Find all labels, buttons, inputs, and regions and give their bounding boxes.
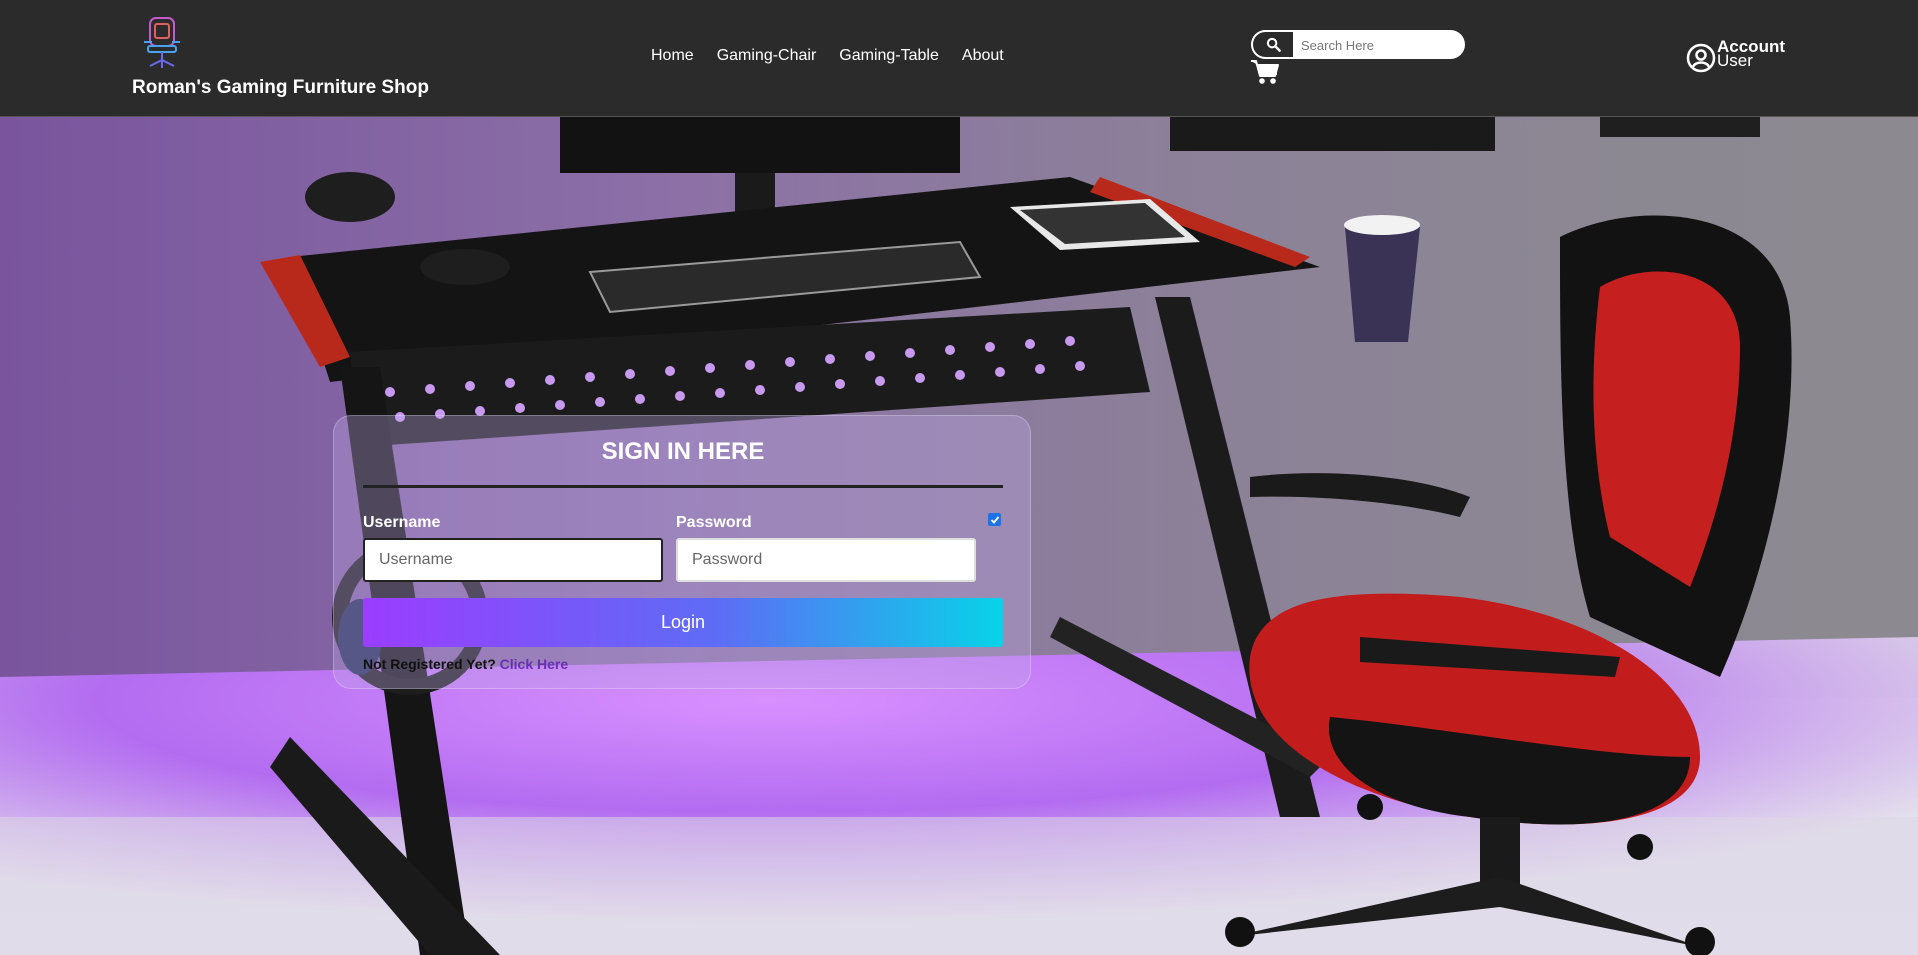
register-link[interactable]: Click Here [500,656,568,672]
signin-title: SIGN IN HERE [601,438,765,465]
nav-gaming-table-link[interactable]: Gaming-Table [839,47,939,65]
nav-about-link[interactable]: About [962,47,1004,65]
username-label: Username [363,514,441,531]
nav-home-link[interactable]: Home [651,47,694,65]
register-prompt: Not Registered Yet? Click Here [363,656,568,672]
account-menu[interactable]: Account User [1686,38,1785,73]
show-password-checkbox[interactable] [988,513,1001,526]
signin-form: SIGN IN HERE Username Password Login Not… [333,415,1031,689]
account-username: User [1717,51,1753,70]
checkbox-icon [990,515,999,524]
gaming-chair-logo-icon[interactable] [140,16,184,72]
site-header: Roman's Gaming Furniture Shop Home Gamin… [0,0,1918,117]
register-prompt-text: Not Registered Yet? [363,656,496,672]
username-field[interactable] [363,538,663,582]
password-label: Password [676,514,752,531]
cart-icon[interactable] [1250,58,1280,86]
search-input[interactable] [1299,30,1463,59]
nav-gaming-chair-link[interactable]: Gaming-Chair [717,47,817,65]
title-divider [363,485,1003,488]
search-icon [1266,37,1281,52]
account-circle-icon [1686,43,1716,73]
brand-name: Roman's Gaming Furniture Shop [132,77,429,98]
main-nav: Home Gaming-Chair Gaming-Table About [651,47,1027,65]
search-box [1251,30,1465,59]
password-field[interactable] [676,538,976,582]
login-button[interactable]: Login [363,598,1003,647]
search-button[interactable] [1251,30,1295,59]
